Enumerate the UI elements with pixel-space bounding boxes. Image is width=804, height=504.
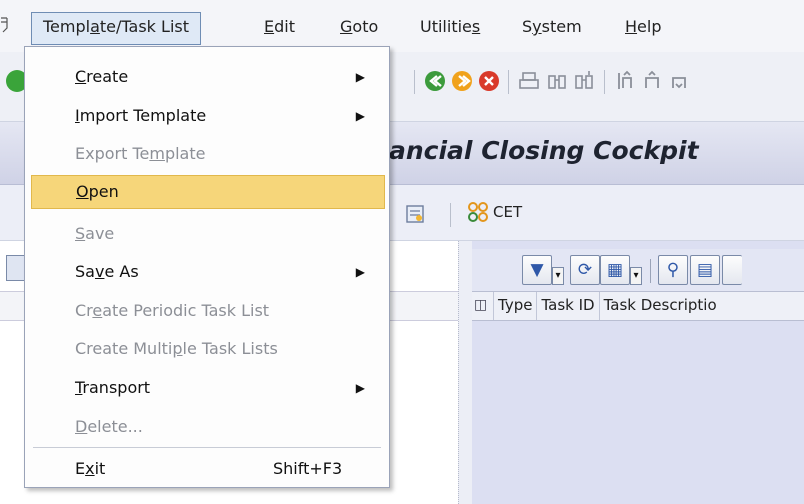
menu-item-label: mport Template [79, 106, 207, 125]
menu-label: stem [541, 17, 582, 36]
exit-icon[interactable] [451, 70, 473, 92]
find-icon[interactable] [546, 70, 568, 92]
grid-toolbar: ▼ ▾ ⟳ ▦ ▾ ⚲ ▤ [472, 249, 804, 291]
menu-accelerator: G [340, 17, 353, 36]
cet-button[interactable]: CET [467, 197, 522, 227]
back-icon[interactable] [424, 70, 446, 92]
menu-bar: Template/Task List Edit Goto Utilities S… [0, 0, 804, 52]
menu-item-label: Sa [75, 262, 95, 281]
menu-label: dit [274, 17, 295, 36]
column-task-description[interactable]: Task Descriptio [600, 292, 721, 320]
menu-accelerator: E [264, 17, 275, 36]
menu-item-create[interactable]: Create ▶ [31, 60, 385, 94]
menu-item-create-periodic-task-list[interactable]: Create Periodic Task List [31, 294, 385, 328]
first-page-icon[interactable] [614, 70, 636, 92]
menu-grip-icon[interactable] [0, 14, 12, 34]
menu-item-accelerator: S [75, 224, 86, 243]
print-preview-icon[interactable]: ▤ [690, 255, 720, 285]
menu-item-accelerator: D [75, 417, 88, 436]
menu-item-label: ransport [82, 378, 151, 397]
menu-system[interactable]: System [522, 17, 582, 36]
grid-header: ◫ Type Task ID Task Descriptio [472, 291, 804, 321]
column-type[interactable]: Type [494, 292, 538, 320]
find-next-icon[interactable] [573, 70, 595, 92]
refresh-icon[interactable]: ⟳ [570, 255, 600, 285]
menu-item-shortcut: Shift+F3 [273, 459, 343, 478]
column-task-id[interactable]: Task ID [537, 292, 600, 320]
menu-help[interactable]: Help [625, 17, 661, 36]
menu-item-accelerator: m [149, 144, 165, 163]
menu-label: Templ [43, 17, 91, 36]
pane-splitter[interactable] [458, 241, 472, 504]
submenu-arrow-icon: ▶ [355, 109, 365, 123]
layout-icon[interactable]: ▦ [600, 255, 630, 285]
menu-item-label: Export Te [75, 144, 150, 163]
menu-item-label: reate [86, 67, 129, 86]
menu-accelerator: s [471, 17, 481, 36]
menu-template-task-list[interactable]: Template/Task List [31, 12, 201, 45]
submenu-arrow-icon: ▶ [355, 70, 365, 84]
menu-item-open[interactable]: Open [31, 175, 385, 209]
toolbar-separator [414, 70, 415, 94]
previous-page-icon[interactable] [641, 70, 663, 92]
menu-item-accelerator: p [172, 339, 183, 358]
menu-item-delete[interactable]: Delete... [31, 410, 385, 444]
more-icon[interactable] [722, 255, 742, 285]
menu-edit[interactable]: Edit [264, 17, 295, 36]
page-title: ancial Closing Cockpit [389, 136, 699, 165]
menu-item-label: plate [164, 144, 206, 163]
filter-dropdown-icon[interactable]: ▾ [552, 267, 564, 285]
menu-utilities[interactable]: Utilities [420, 17, 480, 36]
menu-item-label: le Task Lists [182, 339, 278, 358]
print-icon[interactable] [518, 70, 540, 92]
toolbar-separator [604, 70, 605, 94]
detail-icon[interactable]: ⚲ [658, 255, 688, 285]
menu-label: elp [637, 17, 662, 36]
menu-label: te/Task List [99, 17, 189, 36]
menu-item-label: elete... [87, 417, 143, 436]
menu-item-accelerator: e [92, 301, 103, 320]
cancel-icon[interactable] [478, 70, 500, 92]
cet-label: CET [493, 203, 523, 221]
menu-accelerator: y [532, 17, 542, 36]
toolbar-separator [508, 70, 509, 94]
menu-item-label: Create Multi [75, 339, 173, 358]
menu-goto[interactable]: Goto [340, 17, 378, 36]
menu-accelerator: a [90, 17, 100, 36]
select-all-icon[interactable]: ◫ [472, 292, 494, 320]
menu-item-exit[interactable]: Exit Shift+F3 [31, 452, 385, 486]
menu-label: Utilitie [420, 17, 472, 36]
menu-item-save[interactable]: Save [31, 217, 385, 251]
menu-item-accelerator: C [75, 67, 87, 86]
template-task-list-menu: Create ▶ Import Template ▶ Export Templa… [24, 46, 390, 488]
menu-item-import-template[interactable]: Import Template ▶ [31, 99, 385, 133]
menu-item-label: Cr [75, 301, 93, 320]
menu-item-accelerator: O [76, 182, 89, 201]
toolbar-separator [450, 203, 451, 227]
layout-dropdown-icon[interactable]: ▾ [630, 267, 642, 285]
submenu-arrow-icon: ▶ [355, 265, 365, 279]
menu-item-transport[interactable]: Transport ▶ [31, 371, 385, 405]
menu-item-label: ave [85, 224, 115, 243]
filter-icon[interactable]: ▼ [522, 255, 552, 285]
menu-item-label: ate Periodic Task List [102, 301, 270, 320]
menu-item-accelerator: x [85, 459, 95, 478]
menu-item-label: E [75, 459, 86, 478]
menu-separator [33, 447, 381, 448]
cet-icon [468, 202, 488, 222]
next-page-icon[interactable] [668, 70, 690, 92]
menu-item-save-as[interactable]: Save As ▶ [31, 255, 385, 289]
menu-accelerator: H [625, 17, 638, 36]
menu-label: S [522, 17, 533, 36]
menu-item-label: it [94, 459, 106, 478]
menu-item-export-template[interactable]: Export Template [31, 137, 385, 171]
submenu-arrow-icon: ▶ [355, 381, 365, 395]
menu-item-label: e As [104, 262, 139, 281]
task-grid-pane: ▼ ▾ ⟳ ▦ ▾ ⚲ ▤ ◫ Type Task ID Task Descri… [472, 241, 804, 504]
document-icon[interactable] [404, 203, 426, 225]
toolbar-separator [650, 259, 651, 283]
menu-item-create-multiple-task-lists[interactable]: Create Multiple Task Lists [31, 332, 385, 366]
menu-item-label: pen [88, 182, 119, 201]
menu-label: oto [352, 17, 379, 36]
